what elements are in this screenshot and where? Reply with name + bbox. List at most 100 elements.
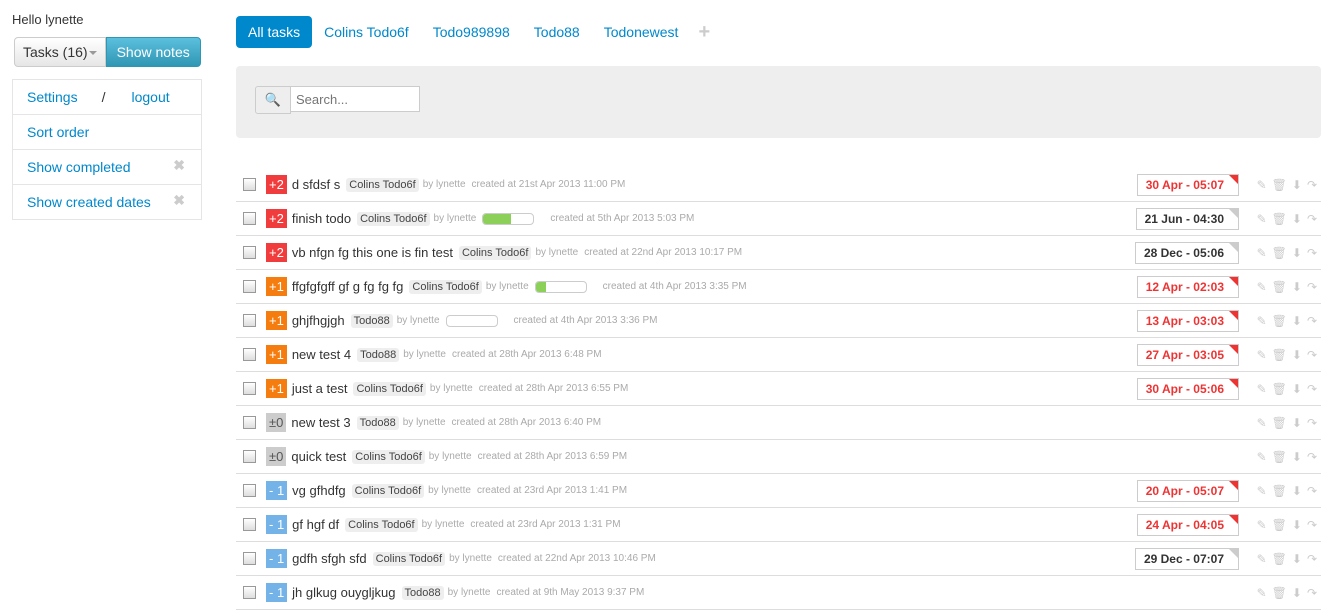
task-title[interactable]: gf hgf df [292, 517, 339, 532]
task-checkbox[interactable] [243, 348, 256, 361]
priority-badge[interactable]: - 1 [266, 549, 288, 568]
logout-link[interactable]: logout [131, 89, 169, 105]
arrow-down-icon[interactable]: ⬇ [1292, 348, 1302, 362]
edit-icon[interactable]: ✎ [1257, 484, 1267, 498]
task-checkbox[interactable] [243, 280, 256, 293]
list-label[interactable]: Colins Todo6f [372, 551, 446, 566]
task-checkbox[interactable] [243, 484, 256, 497]
list-label[interactable]: Todo88 [356, 415, 399, 430]
due-date[interactable]: 12 Apr - 02:03 [1136, 275, 1239, 298]
priority-badge[interactable]: +2 [266, 209, 287, 228]
trash-icon[interactable]: 🗑 [1272, 450, 1287, 464]
task-title[interactable]: new test 4 [292, 347, 351, 362]
priority-badge[interactable]: - 1 [266, 515, 288, 534]
tab-colins-todo6f[interactable]: Colins Todo6f [312, 16, 421, 48]
search-icon[interactable]: 🔍 [255, 86, 291, 114]
list-label[interactable]: Todo88 [357, 347, 400, 362]
show-notes-button[interactable]: Show notes [105, 37, 201, 67]
arrow-down-icon[interactable]: ⬇ [1292, 484, 1302, 498]
edit-icon[interactable]: ✎ [1257, 246, 1267, 260]
tab-all-tasks[interactable]: All tasks [236, 16, 313, 48]
task-checkbox[interactable] [243, 416, 256, 429]
list-label[interactable]: Colins Todo6f [409, 279, 482, 294]
trash-icon[interactable]: 🗑 [1272, 314, 1287, 328]
trash-icon[interactable]: 🗑 [1272, 416, 1287, 430]
due-date[interactable]: 28 Dec - 05:06 [1134, 241, 1239, 264]
share-icon[interactable]: ↷ [1307, 178, 1317, 192]
edit-icon[interactable]: ✎ [1257, 450, 1267, 464]
list-label[interactable]: Colins Todo6f [458, 245, 532, 260]
priority-badge[interactable]: +1 [266, 379, 287, 398]
arrow-down-icon[interactable]: ⬇ [1292, 246, 1302, 260]
due-date[interactable]: 30 Apr - 05:07 [1136, 173, 1239, 196]
priority-badge[interactable]: +2 [266, 175, 287, 194]
task-title[interactable]: vg gfhdfg [292, 483, 346, 498]
trash-icon[interactable]: 🗑 [1272, 382, 1287, 396]
trash-icon[interactable]: 🗑 [1272, 348, 1287, 362]
edit-icon[interactable]: ✎ [1257, 178, 1267, 192]
tasks-dropdown-button[interactable]: Tasks (16) [14, 37, 106, 67]
edit-icon[interactable]: ✎ [1257, 348, 1267, 362]
task-title[interactable]: ffgfgfgff gf g fg fg fg [292, 279, 404, 294]
priority-badge[interactable]: ±0 [266, 413, 287, 432]
share-icon[interactable]: ↷ [1307, 586, 1317, 600]
share-icon[interactable]: ↷ [1307, 280, 1317, 294]
tab-todo88[interactable]: Todo88 [522, 16, 592, 48]
task-checkbox[interactable] [243, 586, 256, 599]
due-date[interactable]: 21 Jun - 04:30 [1135, 207, 1239, 230]
tab-todo989898[interactable]: Todo989898 [421, 16, 522, 48]
arrow-down-icon[interactable]: ⬇ [1292, 552, 1302, 566]
task-title[interactable]: gdfh sfgh sfd [292, 551, 366, 566]
priority-badge[interactable]: - 1 [266, 583, 288, 602]
arrow-down-icon[interactable]: ⬇ [1292, 518, 1302, 532]
task-checkbox[interactable] [243, 552, 256, 565]
list-label[interactable]: Colins Todo6f [357, 211, 430, 226]
edit-icon[interactable]: ✎ [1257, 416, 1267, 430]
share-icon[interactable]: ↷ [1307, 246, 1317, 260]
due-date[interactable]: 13 Apr - 03:03 [1136, 309, 1239, 332]
trash-icon[interactable]: 🗑 [1272, 518, 1287, 532]
list-label[interactable]: Colins Todo6f [352, 449, 425, 464]
task-title[interactable]: finish todo [292, 211, 351, 226]
due-date[interactable]: 20 Apr - 05:07 [1136, 479, 1239, 502]
edit-icon[interactable]: ✎ [1257, 552, 1267, 566]
task-title[interactable]: new test 3 [291, 415, 350, 430]
list-label[interactable]: Todo88 [350, 313, 393, 328]
add-tab-icon[interactable]: + [690, 21, 718, 44]
list-label[interactable]: Colins Todo6f [345, 517, 418, 532]
share-icon[interactable]: ↷ [1307, 382, 1317, 396]
task-checkbox[interactable] [243, 212, 256, 225]
show-created-dates-link[interactable]: Show created dates [27, 194, 151, 210]
share-icon[interactable]: ↷ [1307, 450, 1317, 464]
arrow-down-icon[interactable]: ⬇ [1292, 416, 1302, 430]
task-checkbox[interactable] [243, 518, 256, 531]
task-title[interactable]: just a test [292, 381, 348, 396]
settings-link[interactable]: Settings [27, 89, 78, 105]
task-title[interactable]: vb nfgn fg this one is fin test [292, 245, 453, 260]
share-icon[interactable]: ↷ [1307, 552, 1317, 566]
edit-icon[interactable]: ✎ [1257, 280, 1267, 294]
task-title[interactable]: d sfdsf s [292, 177, 340, 192]
edit-icon[interactable]: ✎ [1257, 518, 1267, 532]
due-date[interactable]: 30 Apr - 05:06 [1136, 377, 1239, 400]
priority-badge[interactable]: +2 [266, 243, 287, 262]
task-checkbox[interactable] [243, 246, 256, 259]
arrow-down-icon[interactable]: ⬇ [1292, 382, 1302, 396]
tab-todonewest[interactable]: Todonewest [592, 16, 691, 48]
share-icon[interactable]: ↷ [1307, 314, 1317, 328]
trash-icon[interactable]: 🗑 [1272, 552, 1287, 566]
task-checkbox[interactable] [243, 178, 256, 191]
due-date[interactable]: 24 Apr - 04:05 [1136, 513, 1239, 536]
arrow-down-icon[interactable]: ⬇ [1292, 280, 1302, 294]
trash-icon[interactable]: 🗑 [1272, 484, 1287, 498]
arrow-down-icon[interactable]: ⬇ [1292, 212, 1302, 226]
show-completed-link[interactable]: Show completed [27, 159, 131, 175]
task-title[interactable]: jh glkug ouygljkug [292, 585, 395, 600]
arrow-down-icon[interactable]: ⬇ [1292, 586, 1302, 600]
arrow-down-icon[interactable]: ⬇ [1292, 314, 1302, 328]
trash-icon[interactable]: 🗑 [1272, 212, 1287, 226]
list-label[interactable]: Colins Todo6f [353, 381, 426, 396]
share-icon[interactable]: ↷ [1307, 518, 1317, 532]
arrow-down-icon[interactable]: ⬇ [1292, 178, 1302, 192]
edit-icon[interactable]: ✎ [1257, 586, 1267, 600]
